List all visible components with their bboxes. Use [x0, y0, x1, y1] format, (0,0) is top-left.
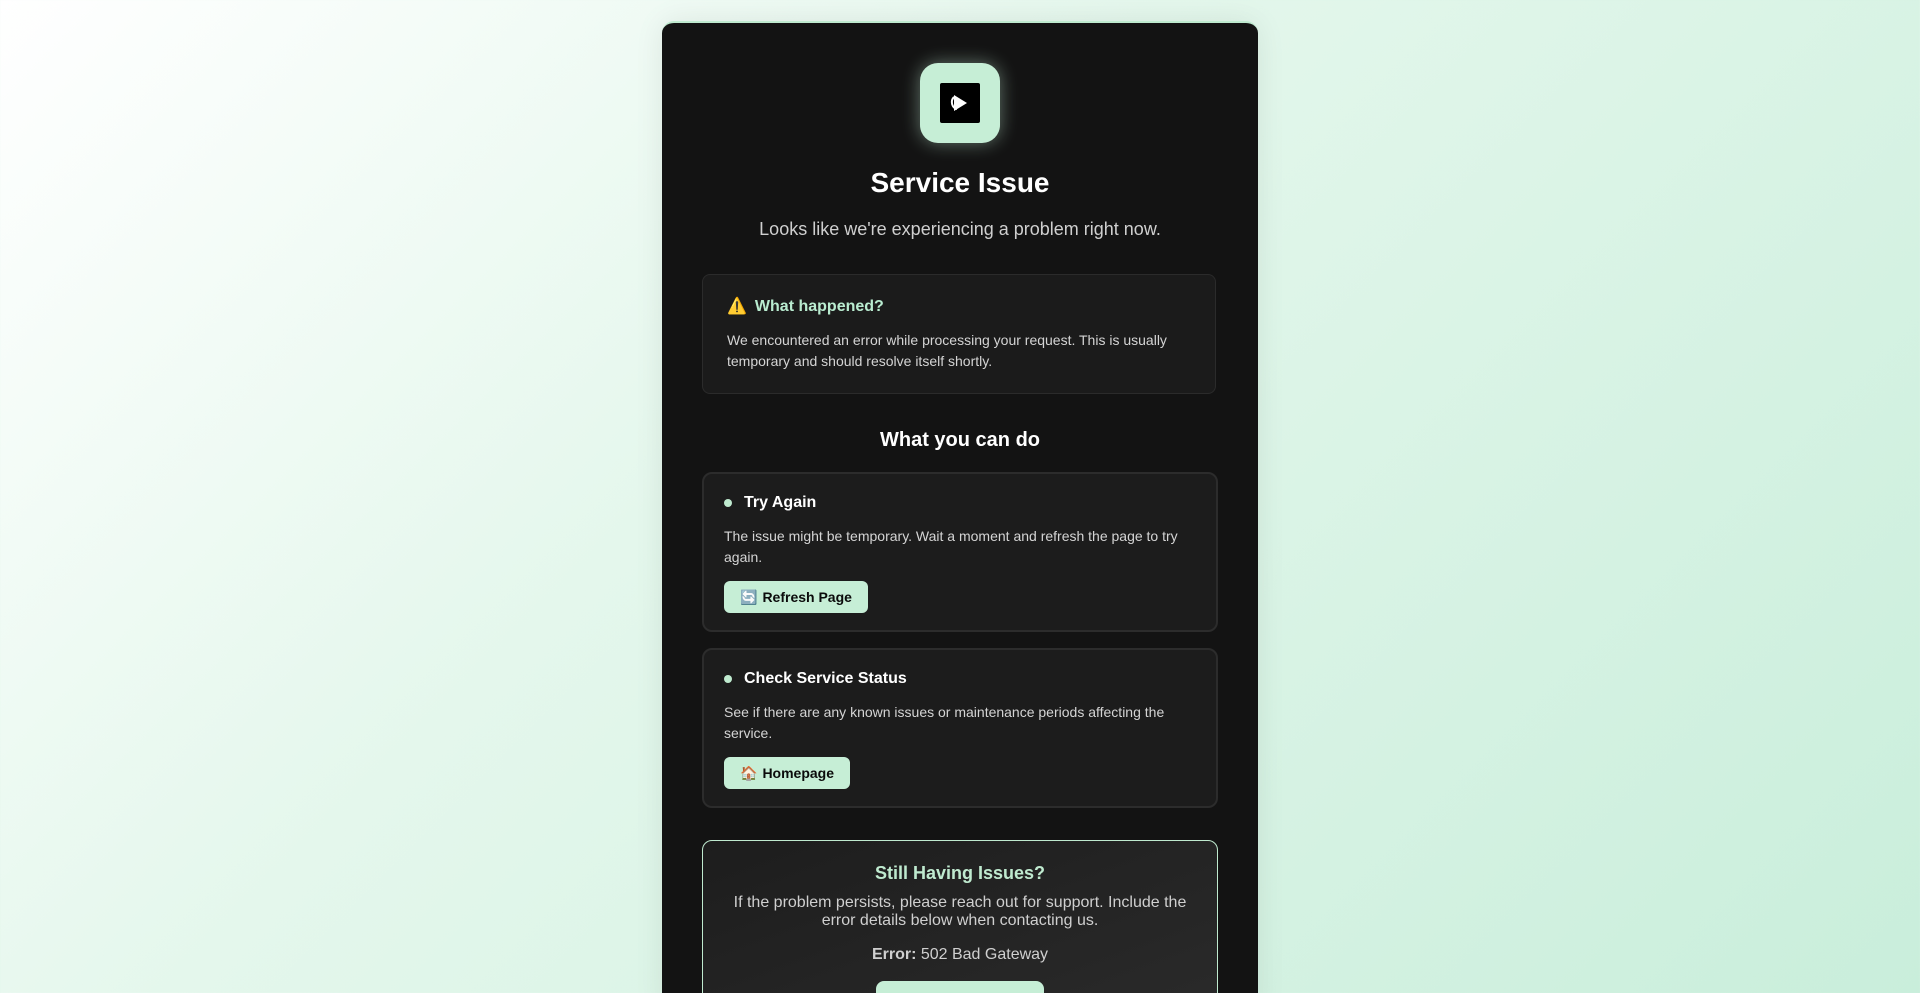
- action-text: See if there are any known issues or mai…: [724, 704, 1165, 741]
- bullet-dot-icon: [724, 499, 732, 507]
- support-title: Still Having Issues?: [874, 863, 1046, 883]
- action-title: Check Service Status: [744, 670, 907, 687]
- contact-support-button[interactable]: [876, 981, 1044, 993]
- error-value: 502 Bad Gateway: [920, 946, 1049, 963]
- error-details: Error: 502 Bad Gateway: [723, 946, 1197, 964]
- logo: [920, 63, 1000, 143]
- warning-icon: ⚠️: [727, 298, 747, 315]
- action-text: The issue might be temporary. Wait a mom…: [724, 528, 1178, 565]
- homepage-label: Homepage: [762, 765, 835, 781]
- page-subtitle: Looks like we're experiencing a problem …: [759, 219, 1161, 239]
- refresh-icon: 🔄: [740, 588, 758, 605]
- refresh-page-button[interactable]: 🔄 Refresh Page: [724, 581, 868, 613]
- action-card-check-status: Check Service Status See if there are an…: [702, 648, 1218, 808]
- home-icon: 🏠: [740, 764, 758, 781]
- page-title: Service Issue: [870, 167, 1050, 198]
- error-card: Service Issue Looks like we're experienc…: [662, 21, 1258, 993]
- what-happened-box: ⚠️ What happened? We encountered an erro…: [702, 274, 1216, 394]
- homepage-button[interactable]: 🏠 Homepage: [724, 757, 851, 789]
- support-text: If the problem persists, please reach ou…: [733, 894, 1187, 929]
- error-label: Error:: [871, 946, 917, 963]
- play-in-box-icon: [940, 83, 980, 123]
- action-card-try-again: Try Again The issue might be temporary. …: [702, 472, 1218, 632]
- section-title: What you can do: [880, 429, 1040, 451]
- support-box: Still Having Issues? If the problem pers…: [702, 840, 1218, 993]
- what-happened-text: We encountered an error while processing…: [727, 332, 1167, 369]
- refresh-page-label: Refresh Page: [762, 589, 852, 605]
- action-title: Try Again: [744, 494, 817, 511]
- bullet-dot-icon: [724, 675, 732, 683]
- what-happened-heading-row: ⚠️ What happened?: [727, 298, 1191, 316]
- what-happened-heading: What happened?: [754, 298, 884, 315]
- action-heading-row: Check Service Status: [724, 670, 1196, 688]
- action-heading-row: Try Again: [724, 494, 1196, 512]
